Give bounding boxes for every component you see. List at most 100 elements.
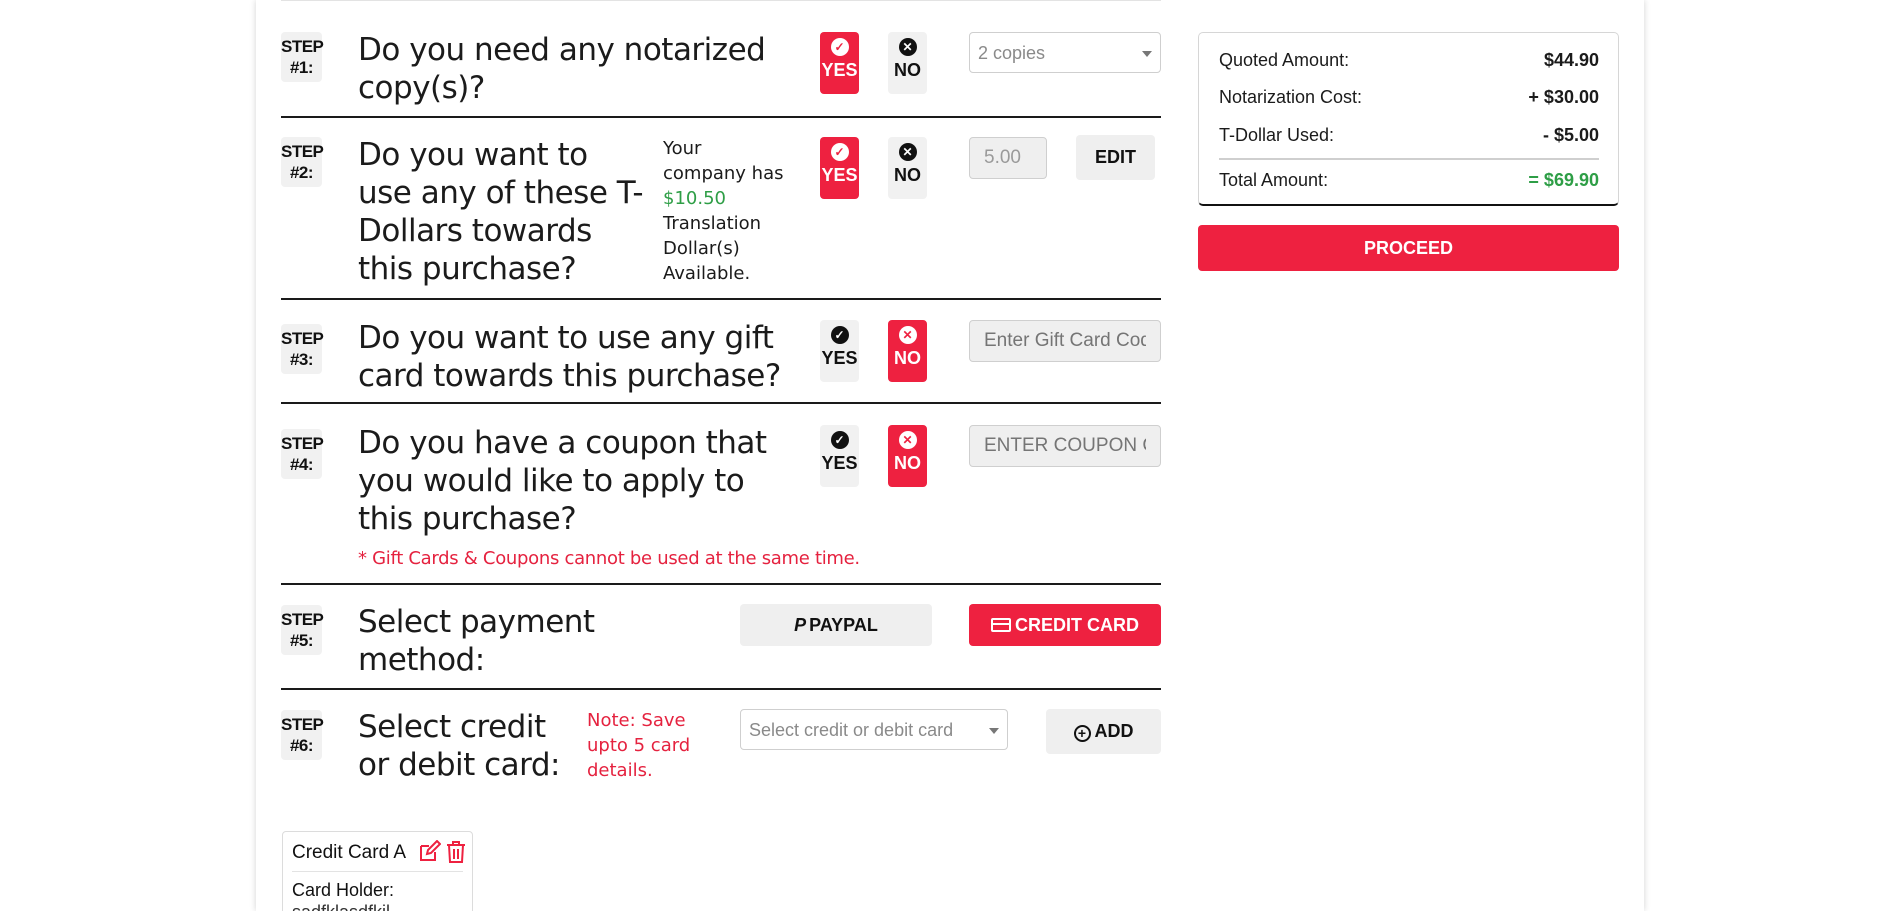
tdollar-used-label: T-Dollar Used: <box>1219 125 1335 145</box>
gift-coupon-warning: * Gift Cards & Coupons cannot be used at… <box>358 548 860 569</box>
step-5-badge: STEP #5: <box>281 605 324 655</box>
tdollar-used-value: - $5.00 <box>1542 125 1599 145</box>
quoted-amount-value: $44.90 <box>1543 50 1599 70</box>
step-6-badge-label: STEP <box>281 715 324 734</box>
row-divider <box>281 116 1161 118</box>
edit-icon[interactable] <box>417 839 442 864</box>
chevron-down-icon <box>989 728 999 734</box>
gift-card-code-input[interactable] <box>969 320 1161 362</box>
tdollar-info-suffix: Translation Dollar(s) Available. <box>663 213 762 284</box>
row-divider <box>281 298 1161 300</box>
step-3-yes-button[interactable]: ✓ YES <box>820 320 859 382</box>
tdollar-info-prefix: Your company has <box>663 138 784 184</box>
step-2-badge-label: STEP <box>281 142 324 161</box>
chevron-down-icon <box>1142 51 1152 57</box>
total-amount-label: Total Amount: <box>1219 170 1329 190</box>
step-2-yes-label: YES <box>821 165 858 185</box>
order-summary: Quoted Amount: $44.90 Notarization Cost:… <box>1198 32 1619 206</box>
top-divider <box>281 0 1161 1</box>
plus-circle-icon: + <box>1073 725 1091 742</box>
step-1-question: Do you need any notarized copy(s)? <box>358 32 766 106</box>
step-6-badge: STEP #6: <box>281 710 324 760</box>
step-4-no-label: NO <box>894 453 921 473</box>
add-card-button[interactable]: + ADD <box>1046 709 1161 754</box>
summary-divider <box>1219 158 1599 160</box>
step-3-yes-label: YES <box>821 348 858 368</box>
step-6-badge-number: #6: <box>289 736 314 755</box>
step-3-badge-number: #3: <box>289 350 314 369</box>
total-amount-value: = $69.90 <box>1528 170 1599 190</box>
step-5-question: Select payment method: <box>358 604 595 678</box>
edit-button[interactable]: EDIT <box>1076 135 1155 180</box>
step-1-badge: STEP #1: <box>281 32 324 82</box>
step-5-badge-number: #5: <box>289 631 314 650</box>
step-4-yes-button[interactable]: ✓ YES <box>820 425 859 487</box>
step-2-badge-number: #2: <box>289 163 314 182</box>
row-divider <box>281 402 1161 404</box>
quoted-amount-row: Quoted Amount: $44.90 <box>1219 50 1599 71</box>
x-circle-icon: ✕ <box>898 38 917 56</box>
credit-card-label: CREDIT CARD <box>1015 615 1139 635</box>
step-2-badge: STEP #2: <box>281 137 324 187</box>
notarization-cost-value: + $30.00 <box>1528 87 1599 107</box>
tdollar-amount-input[interactable] <box>969 137 1047 179</box>
credit-card-select[interactable]: Select credit or debit card <box>740 709 1008 750</box>
step-2-yes-button[interactable]: ✓ YES <box>820 137 859 199</box>
saved-card: Credit Card A Card Holder: sadfklasdfkjl <box>282 831 473 911</box>
step-1-yes-label: YES <box>821 60 858 80</box>
saved-card-title: Credit Card A <box>292 842 407 863</box>
copies-select[interactable]: 2 copies <box>969 32 1161 73</box>
paypal-icon: P <box>794 615 807 635</box>
card-holder-label: Card Holder: <box>292 880 395 900</box>
step-3-no-label: NO <box>894 348 921 368</box>
step-3-badge-label: STEP <box>281 329 324 348</box>
step-1-badge-label: STEP <box>281 37 324 56</box>
check-circle-icon: ✓ <box>830 143 849 161</box>
check-circle-icon: ✓ <box>830 38 849 56</box>
step-2-question: Do you want to use any of these T-Dollar… <box>358 137 644 287</box>
notarization-cost-label: Notarization Cost: <box>1219 87 1363 107</box>
step-4-badge-number: #4: <box>289 455 314 474</box>
step-1-no-label: NO <box>894 60 921 80</box>
step-3-question: Do you want to use any gift card towards… <box>358 320 781 394</box>
notarization-cost-row: Notarization Cost: + $30.00 <box>1219 87 1599 108</box>
tdollar-used-row: T-Dollar Used: - $5.00 <box>1219 125 1599 146</box>
step-4-badge: STEP #4: <box>281 429 324 479</box>
step-5-badge-label: STEP <box>281 610 324 629</box>
copies-select-value: 2 copies <box>978 43 1046 63</box>
card-divider <box>292 871 463 872</box>
x-circle-icon: ✕ <box>898 143 917 161</box>
step-3-no-button[interactable]: ✕ NO <box>888 320 927 382</box>
x-circle-icon: ✕ <box>898 326 917 344</box>
step-1-no-button[interactable]: ✕ NO <box>888 32 927 94</box>
credit-card-select-value: Select credit or debit card <box>749 720 954 740</box>
card-save-note: Note: Save upto 5 card details. <box>587 710 691 781</box>
step-1-yes-button[interactable]: ✓ YES <box>820 32 859 94</box>
row-divider <box>281 688 1161 690</box>
proceed-button[interactable]: PROCEED <box>1198 225 1619 271</box>
add-card-label: ADD <box>1094 721 1134 741</box>
step-2-no-label: NO <box>894 165 921 185</box>
x-circle-icon: ✕ <box>898 431 917 449</box>
row-divider <box>281 583 1161 585</box>
step-3-badge: STEP #3: <box>281 324 324 374</box>
tdollar-info: Your company has $10.50 Translation Doll… <box>663 136 788 286</box>
credit-card-button[interactable]: CREDIT CARD <box>969 604 1161 646</box>
total-amount-row: Total Amount: = $69.90 <box>1219 170 1599 191</box>
step-6-question: Select credit or debit card: <box>358 709 560 783</box>
step-1-badge-number: #1: <box>289 58 314 77</box>
step-4-question: Do you have a coupon that you would like… <box>358 425 767 537</box>
card-holder-value: sadfklasdfkjl <box>292 901 390 911</box>
coupon-code-input[interactable] <box>969 425 1161 467</box>
trash-icon[interactable] <box>445 840 467 864</box>
step-2-no-button[interactable]: ✕ NO <box>888 137 927 199</box>
step-4-badge-label: STEP <box>281 434 324 453</box>
check-circle-icon: ✓ <box>830 431 849 449</box>
step-4-no-button[interactable]: ✕ NO <box>888 425 927 487</box>
tdollar-info-amount: $10.50 <box>663 188 726 209</box>
paypal-button[interactable]: P PAYPAL <box>740 604 932 646</box>
step-4-yes-label: YES <box>821 453 858 473</box>
quoted-amount-label: Quoted Amount: <box>1219 50 1350 70</box>
check-circle-icon: ✓ <box>830 326 849 344</box>
credit-card-icon <box>991 618 1011 632</box>
